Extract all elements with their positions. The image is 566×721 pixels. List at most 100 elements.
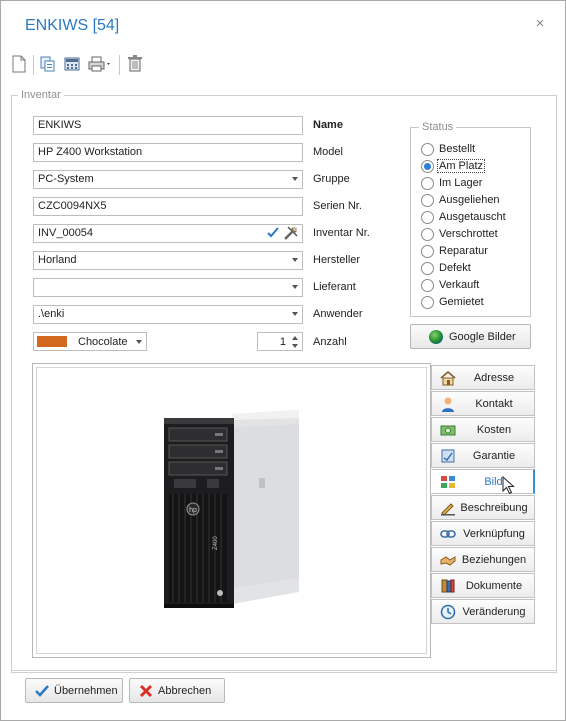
status-option[interactable]: Defekt: [421, 261, 526, 277]
mouse-cursor-icon: [502, 475, 516, 495]
radio-button[interactable]: [421, 262, 434, 275]
new-document-icon[interactable]: [11, 55, 31, 75]
tab-kosten[interactable]: Kosten: [431, 417, 535, 442]
close-icon[interactable]: ×: [533, 16, 547, 31]
lieferant-select[interactable]: [33, 278, 303, 297]
pencil-icon: [440, 500, 456, 516]
copy-icon[interactable]: [39, 55, 59, 75]
clock-icon: [440, 604, 456, 620]
money-icon: [440, 422, 456, 438]
radio-button[interactable]: [421, 177, 434, 190]
radio-button[interactable]: [421, 279, 434, 292]
status-option[interactable]: Im Lager: [421, 176, 526, 192]
anwender-select[interactable]: .\enki: [33, 305, 303, 324]
radio-button[interactable]: [421, 228, 434, 241]
chevron-down-icon: [292, 258, 298, 262]
status-option[interactable]: Ausgetauscht: [421, 210, 526, 226]
color-swatch: [37, 336, 67, 347]
tab-veränderung[interactable]: Veränderung: [431, 599, 535, 624]
tab-beschreibung[interactable]: Beschreibung: [431, 495, 535, 520]
tab-label: Kosten: [476, 424, 512, 436]
serien-nr-input[interactable]: CZC0094NX5: [33, 197, 303, 216]
status-option-label: Reparatur: [439, 245, 488, 257]
inventar-nr-label: Inventar Nr.: [313, 227, 370, 239]
name-input[interactable]: ENKIWS: [33, 116, 303, 135]
google-bilder-button[interactable]: Google Bilder: [410, 324, 531, 349]
gruppe-label: Gruppe: [313, 173, 350, 185]
tab-label: Kontakt: [475, 398, 513, 410]
toolbar: [11, 53, 211, 77]
spin-down-icon[interactable]: [290, 342, 300, 350]
status-groupbox: Status Bestellt Am Platz Im Lager Ausgelieh…: [410, 121, 531, 317]
radio-button[interactable]: [421, 160, 434, 173]
abbrechen-button[interactable]: Abbrechen: [129, 678, 225, 703]
status-option[interactable]: Verschrottet: [421, 227, 526, 243]
status-option[interactable]: Ausgeliehen: [421, 193, 526, 209]
tab-label: Veränderung: [462, 606, 526, 618]
checkmark-icon[interactable]: [266, 226, 280, 242]
tab-label: Bild: [484, 476, 503, 488]
tab-garantie[interactable]: Garantie: [431, 443, 535, 468]
status-option-label: Verkauft: [439, 279, 480, 291]
tab-label: Beschreibung: [460, 502, 528, 514]
radio-button[interactable]: [421, 194, 434, 207]
status-option[interactable]: Gemietet: [421, 295, 526, 311]
google-bilder-label: Google Bilder: [449, 331, 516, 343]
image-preview-frame: hp Z400: [32, 363, 431, 658]
dialog-window: ENKIWS [54] × Inventar ENKIWS Name HP Z4…: [0, 0, 566, 721]
toolbar-separator: [33, 55, 34, 75]
status-option[interactable]: Am Platz: [421, 159, 526, 175]
status-option-label: Defekt: [439, 262, 471, 274]
warranty-icon: [440, 448, 456, 464]
gruppe-select[interactable]: PC-System: [33, 170, 303, 189]
radio-button[interactable]: [421, 296, 434, 309]
status-option-label: Gemietet: [439, 296, 484, 308]
image-grid-icon: [440, 474, 456, 490]
radio-button[interactable]: [421, 143, 434, 156]
status-legend: Status: [419, 121, 457, 133]
inventar-nr-input[interactable]: INV_00054: [33, 224, 303, 243]
radio-button[interactable]: [421, 211, 434, 224]
status-option-label: Am Platz: [436, 159, 486, 173]
uebernehmen-button[interactable]: Übernehmen: [25, 678, 123, 703]
radio-button[interactable]: [421, 245, 434, 258]
hersteller-label: Hersteller: [313, 254, 361, 266]
status-option[interactable]: Verkauft: [421, 278, 526, 294]
color-select[interactable]: Chocolate: [33, 332, 147, 351]
model-badge-text: Z400: [213, 536, 219, 550]
tab-beziehungen[interactable]: Beziehungen: [431, 547, 535, 572]
spin-up-icon[interactable]: [290, 334, 300, 342]
group-legend: Inventar: [18, 89, 64, 101]
tab-label: Garantie: [472, 450, 516, 462]
footer-divider: [11, 670, 557, 671]
tab-adresse[interactable]: Adresse: [431, 365, 535, 390]
tab-kontakt[interactable]: Kontakt: [431, 391, 535, 416]
status-option-label: Verschrottet: [439, 228, 498, 240]
person-icon: [440, 396, 456, 412]
delete-icon[interactable]: [127, 55, 147, 75]
anwender-label: Anwender: [313, 308, 363, 320]
status-option[interactable]: Bestellt: [421, 142, 526, 158]
anzahl-stepper[interactable]: 1: [257, 332, 303, 351]
hp-workstation-tower-image: hp Z400: [164, 410, 299, 608]
link-icon: [440, 526, 456, 542]
tab-verknüpfung[interactable]: Verknüpfung: [431, 521, 535, 546]
tools-icon[interactable]: [283, 225, 299, 242]
status-option-label: Ausgeliehen: [439, 194, 500, 206]
model-input[interactable]: HP Z400 Workstation: [33, 143, 303, 162]
handshake-icon: [440, 552, 456, 568]
status-option[interactable]: Reparatur: [421, 244, 526, 260]
calculator-icon[interactable]: [63, 55, 83, 75]
print-icon[interactable]: [87, 55, 113, 75]
image-preview: hp Z400: [36, 367, 427, 654]
tab-dokumente[interactable]: Dokumente: [431, 573, 535, 598]
toolbar-separator: [119, 55, 120, 75]
status-option-label: Ausgetauscht: [439, 211, 506, 223]
uebernehmen-label: Übernehmen: [54, 685, 118, 697]
globe-icon: [429, 330, 443, 344]
model-label: Model: [313, 146, 343, 158]
serien-nr-label: Serien Nr.: [313, 200, 362, 212]
tab-bild[interactable]: Bild: [431, 469, 535, 495]
hersteller-select[interactable]: Horland: [33, 251, 303, 270]
abbrechen-label: Abbrechen: [158, 685, 212, 697]
